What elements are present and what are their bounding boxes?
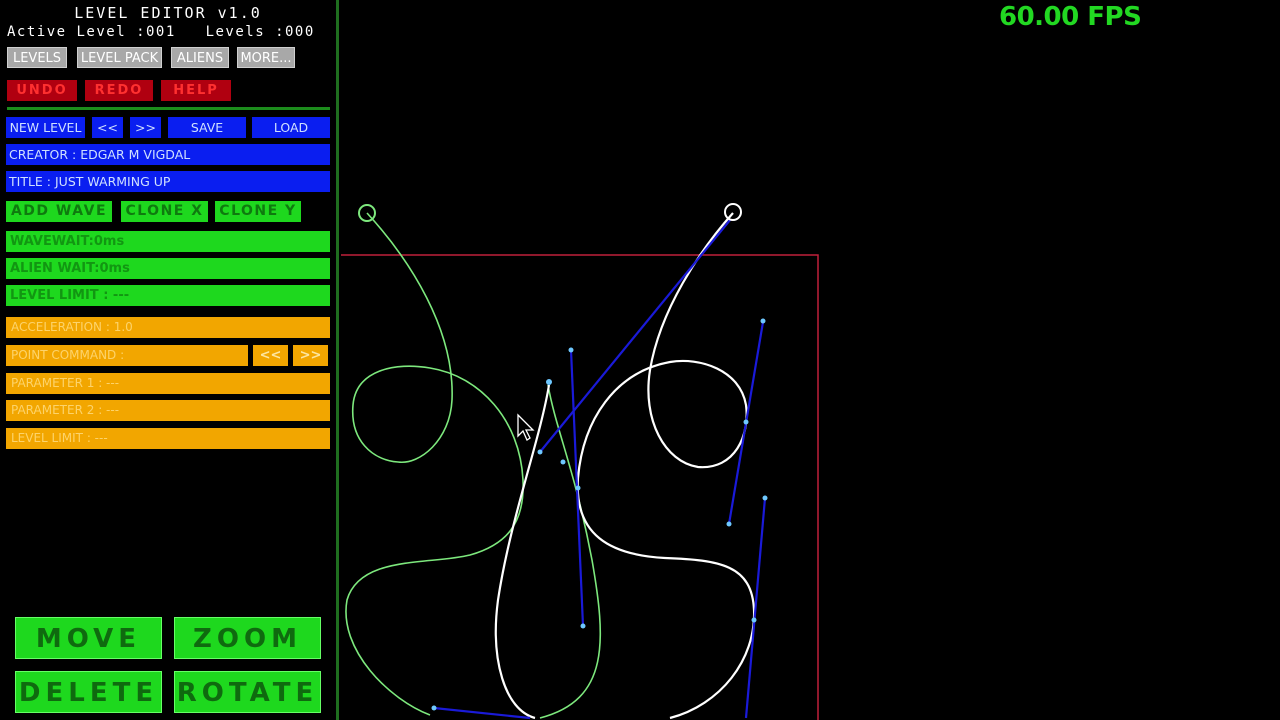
white-path-start-marker[interactable]	[724, 203, 742, 221]
control-handle-line[interactable]	[433, 706, 531, 720]
control-point[interactable]	[760, 318, 766, 324]
control-point[interactable]	[537, 449, 543, 455]
level-canvas[interactable]	[0, 0, 1280, 720]
control-point[interactable]	[751, 617, 757, 623]
control-point[interactable]	[560, 459, 566, 465]
control-point[interactable]	[568, 347, 574, 353]
mouse-cursor-icon	[517, 413, 535, 441]
control-point[interactable]	[546, 379, 552, 385]
green-flight-path-segment[interactable]	[539, 384, 602, 719]
control-point[interactable]	[726, 521, 732, 527]
control-point[interactable]	[743, 419, 749, 425]
white-flight-path[interactable]	[576, 212, 756, 720]
control-point[interactable]	[575, 485, 581, 491]
fps-counter: 60.00 FPS	[999, 2, 1142, 32]
control-handle-line[interactable]	[744, 497, 767, 719]
control-point[interactable]	[580, 623, 586, 629]
control-point[interactable]	[431, 705, 437, 711]
control-point[interactable]	[762, 495, 768, 501]
white-flight-path-segment[interactable]	[494, 384, 551, 720]
